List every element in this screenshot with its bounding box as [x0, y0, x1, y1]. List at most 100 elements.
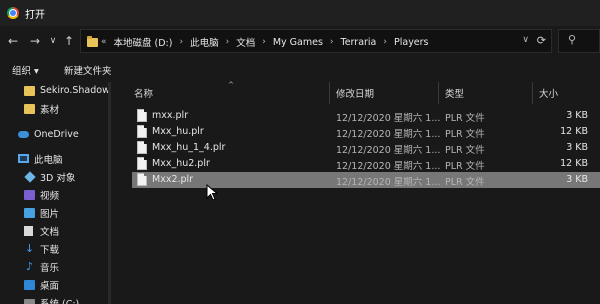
address-bar[interactable]: « 本地磁盘 (D:) › 此电脑 › 文档 › My Games › Terr…: [80, 29, 552, 53]
file-size: 3 KB: [566, 142, 588, 153]
file-type: PLR 文件: [445, 113, 485, 124]
forward-icon[interactable]: →: [28, 34, 42, 48]
sidebar-item-music[interactable]: ♪ 音乐: [0, 258, 112, 275]
chevron-right-icon[interactable]: ›: [179, 37, 183, 47]
file-icon: [137, 173, 147, 186]
column-divider[interactable]: [438, 82, 439, 104]
table-row[interactable]: mxx.plr 12/12/2020 星期六 1... PLR 文件 3 KB: [132, 108, 600, 124]
window-title: 打开: [25, 9, 45, 21]
column-type[interactable]: 类型: [445, 86, 464, 100]
column-header-row: ^ 名称 修改日期 类型 大小: [112, 81, 600, 104]
file-date: 12/12/2020 星期六 1...: [336, 161, 441, 172]
chevron-right-icon[interactable]: ›: [262, 37, 266, 47]
sidebar-item-label: 视频: [40, 190, 60, 202]
sidebar-item-onedrive[interactable]: OneDrive: [0, 126, 112, 143]
file-type: PLR 文件: [445, 161, 485, 172]
table-row[interactable]: Mxx_hu_1_4.plr 12/12/2020 星期六 1... PLR 文…: [132, 140, 600, 156]
title-bar: 打开: [0, 0, 600, 26]
new-folder-button[interactable]: 新建文件夹: [64, 63, 112, 77]
file-date: 12/12/2020 星期六 1...: [336, 177, 441, 188]
address-row: ← → ∨ ↑ « 本地磁盘 (D:) › 此电脑 › 文档 › My Game…: [0, 26, 600, 56]
sidebar-item-label: 图片: [40, 208, 60, 220]
file-list: ^ 名称 修改日期 类型 大小 mxx.plr 12/12/2020 星期六 1…: [112, 81, 600, 304]
navigation-pane: Sekiro.Shadow 素材 OneDrive 此电脑 3D 对象 视频 图…: [0, 82, 112, 304]
file-type: PLR 文件: [445, 129, 485, 140]
file-icon: [137, 141, 147, 154]
chrome-icon: [7, 7, 19, 19]
organize-button[interactable]: 组织 ▾: [12, 63, 39, 77]
sidebar-item-label: 桌面: [40, 280, 60, 292]
up-icon[interactable]: ↑: [62, 34, 76, 48]
sidebar-item-label: 音乐: [40, 262, 60, 274]
back-icon[interactable]: ←: [6, 34, 20, 48]
chevron-right-icon[interactable]: ›: [330, 37, 334, 47]
folder-icon: [87, 36, 98, 47]
computer-icon: [18, 154, 29, 163]
file-name: Mxx_hu2.plr: [152, 158, 210, 169]
file-name: Mxx_hu_1_4.plr: [152, 142, 226, 153]
file-type: PLR 文件: [445, 145, 485, 156]
overflow-icon[interactable]: «: [101, 37, 107, 47]
file-name: Mxx_hu.plr: [152, 126, 204, 137]
sidebar-item-label: OneDrive: [34, 129, 79, 140]
chevron-right-icon[interactable]: ›: [226, 37, 230, 47]
crumb-terraria[interactable]: Terraria: [341, 37, 377, 48]
sidebar-item-system-drive[interactable]: 系统 (C:): [0, 294, 112, 304]
sidebar-item-3d-objects[interactable]: 3D 对象: [0, 168, 112, 185]
desktop-icon: [24, 279, 35, 290]
file-size: 3 KB: [566, 174, 588, 185]
crumb-players[interactable]: Players: [394, 37, 429, 48]
sidebar-scrollbar[interactable]: [108, 82, 111, 304]
refresh-icon[interactable]: ⟳: [537, 34, 546, 47]
file-date: 12/12/2020 星期六 1...: [336, 129, 441, 140]
crumb-documents[interactable]: 文档: [236, 35, 255, 49]
folder-icon: [24, 85, 35, 96]
table-row-selected[interactable]: Mxx2.plr 12/12/2020 星期六 1... PLR 文件 3 KB: [132, 172, 600, 188]
chevron-right-icon[interactable]: ›: [383, 37, 387, 47]
music-icon: ♪: [25, 259, 34, 273]
drive-icon: [24, 299, 35, 304]
column-divider[interactable]: [532, 82, 533, 104]
file-icon: [137, 109, 147, 122]
file-name: mxx.plr: [152, 110, 189, 121]
sidebar-item-pictures[interactable]: 图片: [0, 204, 112, 221]
column-size[interactable]: 大小: [539, 86, 558, 100]
sidebar-item-sekiro[interactable]: Sekiro.Shadow: [0, 82, 112, 99]
sidebar-item-label: 系统 (C:): [40, 298, 80, 304]
table-row[interactable]: Mxx_hu2.plr 12/12/2020 星期六 1... PLR 文件 1…: [132, 156, 600, 172]
sidebar-item-assets[interactable]: 素材: [0, 100, 112, 117]
breadcrumb: « 本地磁盘 (D:) › 此电脑 › 文档 › My Games › Terr…: [101, 35, 429, 50]
file-size: 3 KB: [566, 110, 588, 121]
sidebar-item-this-pc[interactable]: 此电脑: [0, 150, 112, 167]
sidebar-item-documents[interactable]: 文档: [0, 222, 112, 239]
crumb-this-pc[interactable]: 此电脑: [190, 35, 219, 49]
picture-icon: [24, 207, 35, 218]
cube-icon: [24, 170, 36, 183]
sidebar-item-videos[interactable]: 视频: [0, 186, 112, 203]
sidebar-item-downloads[interactable]: ↓ 下载: [0, 240, 112, 257]
file-icon: [137, 157, 147, 170]
search-input[interactable]: ⚲: [558, 29, 600, 53]
sidebar-item-desktop[interactable]: 桌面: [0, 276, 112, 293]
file-date: 12/12/2020 星期六 1...: [336, 113, 441, 124]
sidebar-item-label: 下载: [40, 244, 60, 256]
sidebar-item-label: Sekiro.Shadow: [40, 85, 110, 96]
chevron-down-icon[interactable]: ∨: [522, 35, 529, 45]
video-icon: [24, 189, 35, 200]
cloud-icon: [18, 131, 29, 138]
file-date: 12/12/2020 星期六 1...: [336, 145, 441, 156]
column-name[interactable]: 名称: [134, 86, 153, 100]
recent-locations-icon[interactable]: ∨: [46, 34, 60, 48]
table-row[interactable]: Mxx_hu.plr 12/12/2020 星期六 1... PLR 文件 12…: [132, 124, 600, 140]
crumb-my-games[interactable]: My Games: [273, 37, 323, 48]
sort-ascending-icon: ^: [228, 81, 234, 89]
file-size: 12 KB: [560, 126, 588, 137]
sidebar-item-label: 文档: [40, 226, 60, 238]
column-date-modified[interactable]: 修改日期: [336, 86, 374, 100]
file-name: Mxx2.plr: [152, 174, 194, 185]
sidebar-item-label: 此电脑: [34, 154, 63, 166]
crumb-drive[interactable]: 本地磁盘 (D:): [114, 35, 173, 49]
search-icon: ⚲: [568, 33, 577, 46]
sidebar-item-label: 素材: [40, 104, 60, 116]
column-divider[interactable]: [329, 82, 330, 104]
